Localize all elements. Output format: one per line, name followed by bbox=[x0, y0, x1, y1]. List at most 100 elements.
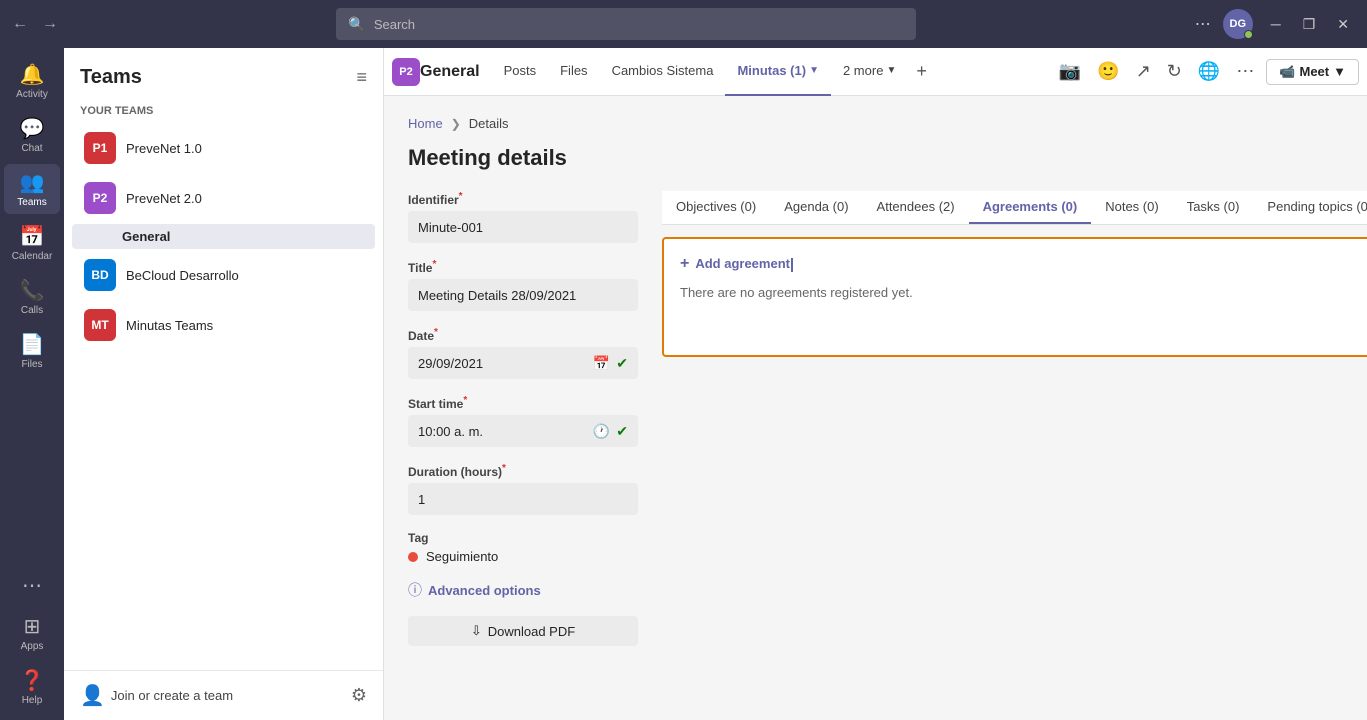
channel-toolbar: 📷 🙂 ↗ ↻ 🌐 ⋯ 📹 Meet ▼ bbox=[1055, 57, 1359, 86]
date-check-icon: ✔ bbox=[616, 355, 628, 372]
duration-input[interactable]: 1 bbox=[408, 483, 638, 515]
avatar[interactable]: DG bbox=[1223, 9, 1253, 39]
add-agreement-button[interactable]: + Add agreement bbox=[680, 255, 1367, 273]
title-input[interactable]: Meeting Details 28/09/2021 bbox=[408, 279, 638, 311]
search-input[interactable] bbox=[374, 17, 905, 32]
globe-icon[interactable]: 🌐 bbox=[1194, 57, 1224, 86]
calendar-field-icon[interactable]: 📅 bbox=[593, 355, 610, 372]
meet-label: Meet bbox=[1300, 64, 1330, 79]
date-input[interactable]: 29/09/2021 📅 ✔ bbox=[408, 347, 638, 379]
close-button[interactable]: ✕ bbox=[1327, 12, 1359, 37]
identifier-input[interactable]: Minute-001 bbox=[408, 211, 638, 243]
clock-field-icon[interactable]: 🕐 bbox=[593, 423, 610, 440]
image-icon[interactable]: 📷 bbox=[1055, 57, 1085, 86]
team-name-prevenet2: PreveNet 2.0 bbox=[126, 191, 347, 206]
sidebar-item-teams[interactable]: 👥 Teams bbox=[4, 164, 60, 214]
join-team-button[interactable]: 👤 Join or create a team bbox=[80, 683, 233, 708]
avatar-initials: DG bbox=[1230, 18, 1247, 30]
start-time-input[interactable]: 10:00 a. m. 🕐 ✔ bbox=[408, 415, 638, 447]
restore-button[interactable]: ❐ bbox=[1293, 12, 1326, 37]
tab-attendees[interactable]: Attendees (2) bbox=[863, 191, 969, 224]
advanced-options-label: Advanced options bbox=[428, 583, 541, 598]
sidebar-item-files[interactable]: 📄 Files bbox=[4, 326, 60, 376]
team-item-minutas[interactable]: MT Minutas Teams ⋯ bbox=[72, 301, 375, 349]
tab-agreements[interactable]: Agreements (0) bbox=[969, 191, 1092, 224]
tab-notes[interactable]: Notes (0) bbox=[1091, 191, 1172, 224]
tab-cambios[interactable]: Cambios Sistema bbox=[600, 48, 726, 96]
channel-topbar: P2 General Posts Files Cambios Sistema M… bbox=[384, 48, 1367, 96]
tab-posts[interactable]: Posts bbox=[492, 48, 549, 96]
channel-name: General bbox=[420, 63, 480, 81]
team-item-becloud[interactable]: BD BeCloud Desarrollo ⋯ bbox=[72, 251, 375, 299]
minimize-button[interactable]: ─ bbox=[1261, 12, 1291, 36]
download-pdf-button[interactable]: ⇩ Download PDF bbox=[408, 616, 638, 646]
channel-more-icon[interactable]: ⋯ bbox=[1232, 57, 1258, 86]
team-item-prevenet1[interactable]: P1 PreveNet 1.0 ⋯ bbox=[72, 124, 375, 172]
tag-value: Seguimiento bbox=[426, 549, 498, 564]
nav-back-button[interactable]: ← bbox=[8, 11, 32, 37]
refresh-icon[interactable]: ↻ bbox=[1163, 57, 1186, 86]
duration-value: 1 bbox=[418, 492, 425, 507]
calls-icon: 📞 bbox=[20, 278, 45, 303]
tab-pending[interactable]: Pending topics (0) bbox=[1253, 191, 1367, 224]
sidebar-settings-icon[interactable]: ⚙ bbox=[351, 685, 367, 706]
join-team-label: Join or create a team bbox=[111, 688, 233, 703]
more-options-icon[interactable]: ⋯ bbox=[1191, 10, 1215, 38]
team-item-prevenet2[interactable]: P2 PreveNet 2.0 ⋯ bbox=[72, 174, 375, 222]
channel-name-general: General bbox=[122, 229, 170, 244]
tag-label: Tag bbox=[408, 531, 638, 545]
download-pdf-label: Download PDF bbox=[488, 624, 575, 639]
sidebar-item-apps[interactable]: ⊞ Apps bbox=[4, 608, 60, 658]
date-required: * bbox=[434, 327, 438, 338]
help-icon: ❓ bbox=[20, 668, 45, 693]
channel-item-general[interactable]: General bbox=[72, 224, 375, 249]
start-time-check-icon: ✔ bbox=[616, 423, 628, 440]
tab-objectives[interactable]: Objectives (0) bbox=[662, 191, 770, 224]
sidebar-title: Teams bbox=[80, 66, 142, 89]
sidebar-item-chat[interactable]: 💬 Chat bbox=[4, 110, 60, 160]
tab-minutas[interactable]: Minutas (1) ▼ bbox=[725, 48, 831, 96]
sidebar-item-activity[interactable]: 🔔 Activity bbox=[4, 56, 60, 106]
breadcrumb-home[interactable]: Home bbox=[408, 116, 443, 131]
sidebar-menu-icon[interactable]: ≡ bbox=[356, 67, 367, 88]
sidebar-item-more[interactable]: ⋯ bbox=[4, 567, 60, 604]
nav-forward-button[interactable]: → bbox=[38, 11, 62, 37]
sidebar-item-calls[interactable]: 📞 Calls bbox=[4, 272, 60, 322]
tag-field-group: Tag Seguimiento bbox=[408, 531, 638, 564]
tab-more[interactable]: 2 more ▼ bbox=[831, 48, 908, 96]
tab-tasks[interactable]: Tasks (0) bbox=[1173, 191, 1254, 224]
chat-label: Chat bbox=[21, 143, 42, 154]
agreements-content: + Add agreement There are no agreements … bbox=[662, 225, 1367, 369]
add-tab-button[interactable]: + bbox=[908, 61, 935, 82]
team-avatar-prevenet1: P1 bbox=[84, 132, 116, 164]
team-avatar-becloud: BD bbox=[84, 259, 116, 291]
advanced-options-row[interactable]: ⓘ Advanced options bbox=[408, 580, 638, 600]
emoji-icon[interactable]: 🙂 bbox=[1093, 57, 1123, 86]
details-layout: Identifier* Minute-001 Title* bbox=[408, 191, 1343, 646]
meeting-details-title: Meeting details bbox=[408, 145, 1343, 171]
breadcrumb-separator: ❯ bbox=[451, 117, 461, 131]
main-content: P2 General Posts Files Cambios Sistema M… bbox=[384, 48, 1367, 720]
info-icon: ⓘ bbox=[408, 580, 422, 600]
identifier-required: * bbox=[459, 191, 463, 202]
sidebar-item-help[interactable]: ❓ Help bbox=[4, 662, 60, 712]
title-required: * bbox=[432, 259, 436, 270]
left-rail: 🔔 Activity 💬 Chat 👥 Teams 📅 Calendar 📞 C… bbox=[0, 48, 64, 720]
duration-label: Duration (hours)* bbox=[408, 463, 638, 479]
start-time-label: Start time* bbox=[408, 395, 638, 411]
add-agreement-label: Add agreement bbox=[695, 256, 793, 272]
calls-label: Calls bbox=[21, 305, 43, 316]
meet-button[interactable]: 📹 Meet ▼ bbox=[1266, 59, 1359, 85]
tab-agenda[interactable]: Agenda (0) bbox=[770, 191, 862, 224]
app-body: 🔔 Activity 💬 Chat 👥 Teams 📅 Calendar 📞 C… bbox=[0, 48, 1367, 720]
expand-icon[interactable]: ↗ bbox=[1132, 57, 1155, 86]
activity-icon: 🔔 bbox=[20, 62, 45, 87]
sidebar-item-calendar[interactable]: 📅 Calendar bbox=[4, 218, 60, 268]
tab-files[interactable]: Files bbox=[548, 48, 599, 96]
right-panel: Objectives (0) Agenda (0) Attendees (2) … bbox=[662, 191, 1367, 646]
start-time-value: 10:00 a. m. bbox=[418, 424, 483, 439]
files-icon: 📄 bbox=[20, 332, 45, 357]
join-team-icon: 👤 bbox=[80, 683, 105, 708]
duration-field-group: Duration (hours)* 1 bbox=[408, 463, 638, 515]
search-box[interactable]: 🔍 bbox=[336, 8, 916, 40]
